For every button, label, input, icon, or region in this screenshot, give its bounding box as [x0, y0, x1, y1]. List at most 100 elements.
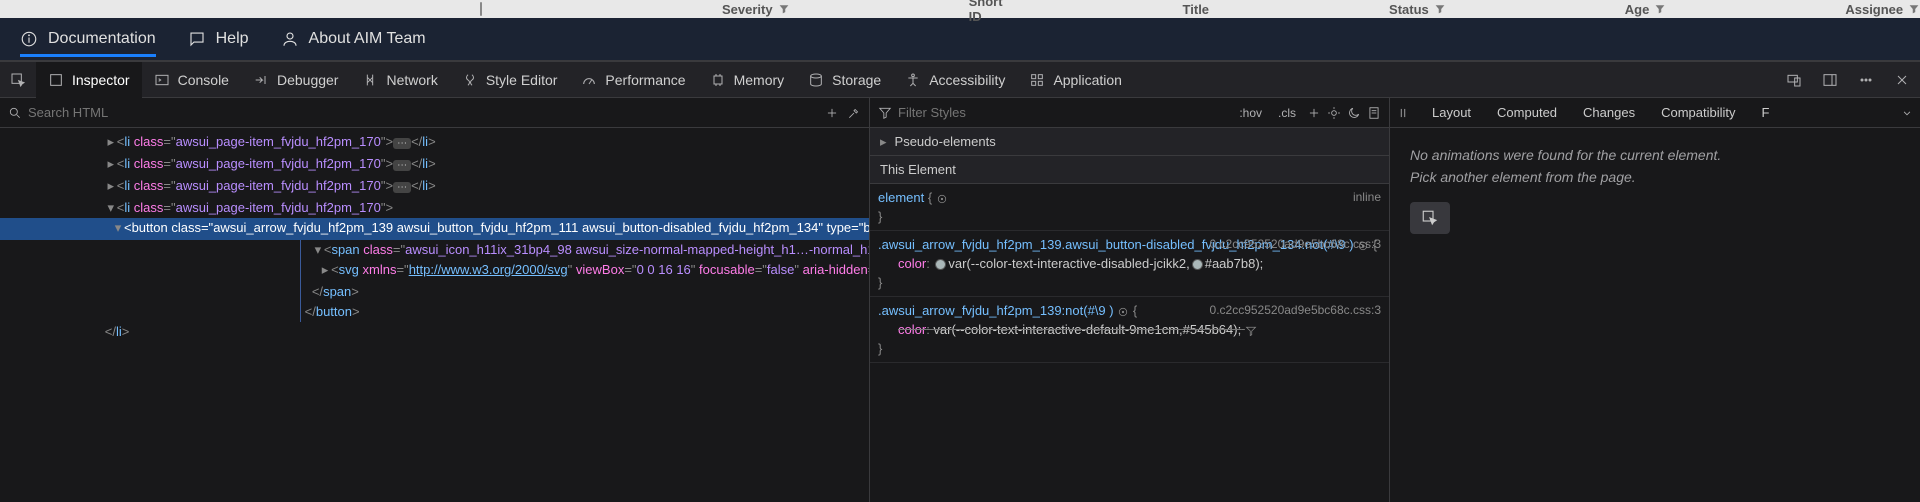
tab-console[interactable]: Console [142, 62, 241, 98]
tab-network[interactable]: Network [350, 62, 449, 98]
info-circle-icon [20, 30, 38, 48]
menu-documentation[interactable]: Documentation [20, 30, 156, 57]
close-button[interactable] [1884, 62, 1920, 98]
dom-line-button-close[interactable]: </button> [300, 302, 869, 322]
light-theme-button[interactable] [1327, 106, 1341, 120]
tab-inspector-label: Inspector [72, 72, 130, 88]
pseudo-elements-header[interactable]: ▸Pseudo-elements [870, 128, 1389, 156]
tab-inspector[interactable]: Inspector [36, 62, 142, 98]
menu-about[interactable]: About AIM Team [281, 30, 426, 48]
chevron-down-icon[interactable] [1900, 106, 1914, 120]
this-element-header: This Element [870, 156, 1389, 184]
tab-memory[interactable]: Memory [698, 62, 797, 98]
html-search-input[interactable] [28, 105, 819, 120]
tab-computed[interactable]: Computed [1493, 105, 1561, 120]
menu-doc-label: Documentation [48, 30, 156, 48]
user-icon [281, 30, 299, 48]
add-rule-button[interactable] [1307, 106, 1321, 120]
dock-side-button[interactable] [1812, 62, 1848, 98]
tab-perf-label: Performance [605, 72, 685, 88]
tab-more[interactable]: F [1758, 105, 1774, 120]
dom-line-li-3[interactable]: ▸<li class="awsui_page-item_fvjdu_hf2pm_… [0, 176, 869, 198]
hov-toggle[interactable]: :hov [1234, 104, 1267, 122]
tab-style-label: Style Editor [486, 72, 558, 88]
animations-panel: No animations were found for the current… [1390, 128, 1920, 250]
sidebar-tabs: Layout Computed Changes Compatibility F [1390, 98, 1920, 128]
menu-help[interactable]: Help [188, 30, 249, 48]
accessibility-icon [905, 72, 921, 88]
dom-line-li-2[interactable]: ▸<li class="awsui_page-item_fvjdu_hf2pm_… [0, 154, 869, 176]
pick-element-button[interactable] [0, 62, 36, 98]
tab-storage[interactable]: Storage [796, 62, 893, 98]
console-icon [154, 72, 170, 88]
tab-layout[interactable]: Layout [1428, 105, 1475, 120]
devtools-main: ▸<li class="awsui_page-item_fvjdu_hf2pm_… [0, 98, 1920, 502]
highlight-target-icon[interactable] [936, 193, 948, 205]
responsive-mode-button[interactable] [1776, 62, 1812, 98]
col-age[interactable]: Age [1625, 2, 1666, 17]
highlight-target-icon[interactable] [1117, 306, 1129, 318]
performance-icon [581, 72, 597, 88]
add-node-button[interactable] [825, 106, 839, 120]
col-status[interactable]: Status [1389, 2, 1445, 17]
tab-app-label: Application [1053, 72, 1122, 88]
tab-performance[interactable]: Performance [569, 62, 697, 98]
col-assignee[interactable]: Assignee [1845, 2, 1919, 17]
eyedropper-button[interactable] [847, 106, 861, 120]
inline-source: inline [1353, 188, 1381, 207]
style-editor-icon [462, 72, 478, 88]
search-icon [8, 106, 22, 120]
tab-compatibility[interactable]: Compatibility [1657, 105, 1739, 120]
rule-2[interactable]: 0.c2cc952520ad9e5bc68c.css:3 .awsui_arro… [870, 297, 1389, 363]
dom-line-li-1[interactable]: ▸<li class="awsui_page-item_fvjdu_hf2pm_… [0, 132, 869, 154]
color-swatch-icon[interactable] [935, 259, 946, 270]
checkbox-icon [480, 2, 482, 16]
tab-accessibility[interactable]: Accessibility [893, 62, 1017, 98]
sidebar-pane: Layout Computed Changes Compatibility F … [1390, 98, 1920, 502]
markup-view-pane: ▸<li class="awsui_page-item_fvjdu_hf2pm_… [0, 98, 870, 502]
col-title[interactable]: Title [1183, 2, 1210, 17]
rule-2-source[interactable]: 0.c2cc952520ad9e5bc68c.css:3 [1210, 301, 1381, 320]
pick-element-for-animation-button[interactable] [1410, 202, 1450, 234]
dom-line-svg[interactable]: ▸<svg xmlns="http://www.w3.org/2000/svg"… [300, 260, 869, 282]
tab-debugger-label: Debugger [277, 72, 339, 88]
tab-memory-label: Memory [734, 72, 785, 88]
dom-line-li-close[interactable]: </li> [0, 322, 869, 342]
print-media-button[interactable] [1367, 106, 1381, 120]
html-search-bar [0, 98, 869, 128]
devtools-toolbar: Inspector Console Debugger Network Style… [0, 62, 1920, 98]
inline-rule[interactable]: inline element { } [870, 184, 1389, 231]
tab-style-editor[interactable]: Style Editor [450, 62, 570, 98]
tab-application[interactable]: Application [1017, 62, 1134, 98]
color-swatch-icon[interactable] [1192, 259, 1203, 270]
col-severity[interactable]: Severity [722, 2, 789, 17]
styles-filter-bar: :hov .cls [870, 98, 1389, 128]
col-short-id[interactable]: Short ID [969, 0, 1003, 24]
tab-storage-label: Storage [832, 72, 881, 88]
chat-icon [188, 30, 206, 48]
dom-line-button-open[interactable]: ▾<button class="awsui_arrow_fvjdu_hf2pm_… [0, 218, 869, 240]
dom-tree[interactable]: ▸<li class="awsui_page-item_fvjdu_hf2pm_… [0, 128, 869, 502]
rules-pane: :hov .cls ▸Pseudo-elements This Element … [870, 98, 1390, 502]
rule-1[interactable]: 0.c2cc952520ad9e5bc68c.css:3 .awsui_arro… [870, 231, 1389, 297]
menu-help-label: Help [216, 30, 249, 48]
pause-icon[interactable] [1396, 106, 1410, 120]
app-top-menu: Documentation Help About AIM Team [0, 18, 1920, 62]
inspector-icon [48, 72, 64, 88]
dom-line-span-open[interactable]: ▾<span class="awsui_icon_h11ix_31bp4_98 … [300, 240, 869, 260]
more-button[interactable] [1848, 62, 1884, 98]
filter-styles-input[interactable] [898, 105, 1228, 120]
dom-line-span-close[interactable]: </span> [300, 282, 869, 302]
dom-line-li-4[interactable]: ▾<li class="awsui_page-item_fvjdu_hf2pm_… [0, 198, 869, 218]
dark-theme-button[interactable] [1347, 106, 1361, 120]
background-app-columns: Severity Short ID Title Status Age Assig… [0, 0, 1920, 18]
filter-overridden-icon[interactable] [1245, 325, 1257, 337]
rule-1-source[interactable]: 0.c2cc952520ad9e5bc68c.css:3 [1210, 235, 1381, 254]
debugger-icon [253, 72, 269, 88]
tab-changes[interactable]: Changes [1579, 105, 1639, 120]
tab-console-label: Console [178, 72, 229, 88]
cls-toggle[interactable]: .cls [1273, 104, 1301, 122]
tab-debugger[interactable]: Debugger [241, 62, 351, 98]
animations-message-1: No animations were found for the current… [1410, 144, 1900, 166]
tab-network-label: Network [386, 72, 437, 88]
